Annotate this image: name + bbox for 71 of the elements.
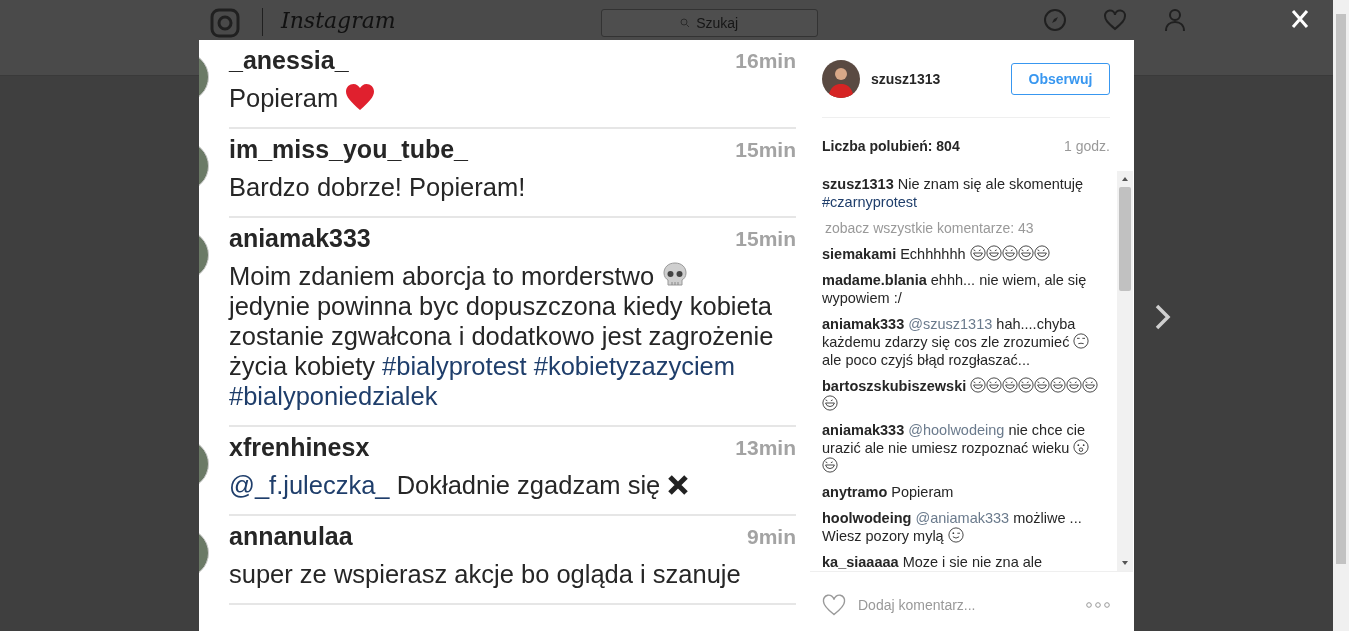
heart-outline-icon[interactable]	[1102, 8, 1127, 32]
laughing-face-icon	[1066, 377, 1083, 393]
winking-face-icon	[947, 527, 964, 543]
comment-text: Bardzo dobrze! Popieram!	[229, 172, 527, 202]
comment-text: anytramo Popieram	[822, 483, 955, 501]
hashtag-link[interactable]: #czarnyprotest	[822, 194, 918, 210]
post-age: 1 godz.	[1064, 138, 1110, 154]
laughing-face-icon	[822, 395, 838, 411]
likes-count[interactable]: Liczba polubień: 804	[822, 138, 960, 154]
laughing-face-icon	[986, 377, 1003, 393]
laughing-face-icon	[1033, 245, 1050, 261]
caption-text: szusz1313 Nie znam się ale skomentuję #czarnyprotest	[822, 175, 1085, 211]
scrollbar[interactable]	[1117, 171, 1133, 571]
scrollbar-thumb[interactable]	[1119, 187, 1131, 291]
heart-icon	[345, 83, 376, 111]
comment-text: aniamak333 @hoolwodeing nie chce cie urazić ale nie umiesz rozpoznać wieku	[822, 421, 1105, 475]
mention-link[interactable]: @szusz1313	[908, 316, 993, 332]
username: annanulaa	[229, 522, 353, 551]
more-options-icon[interactable]	[1086, 602, 1110, 608]
username[interactable]: szusz1313	[871, 70, 1011, 87]
laughing-face-icon	[985, 245, 1002, 261]
laughing-face-icon	[1034, 377, 1051, 393]
cross-mark-icon	[667, 474, 690, 496]
comment-time: 15min	[735, 226, 796, 251]
comment-text: Moim zdaniem aborcja to morderstwo jedynie powinna byc dopuszczona kiedy kobieta zostanie zgwałcona i dodatkowo jest zagrożenie życia kobiety #bialyprotest #kobietyzazyciem #bialyponiedzialek	[229, 261, 775, 411]
laughing-face-icon	[1082, 377, 1099, 393]
scroll-up-arrow-icon[interactable]	[1121, 175, 1129, 183]
laughing-face-icon	[1050, 377, 1067, 393]
laughing-face-icon	[1001, 245, 1018, 261]
shocked-face-icon	[1073, 439, 1090, 455]
scrollbar-thumb[interactable]	[1336, 14, 1346, 564]
username: xfrenhinesx	[229, 433, 370, 462]
comment-text: Popieram	[229, 83, 796, 113]
laughing-face-icon	[1002, 377, 1019, 393]
hashtag-link[interactable]: @_f.juleczka_	[229, 471, 390, 499]
comment-time: 13min	[735, 435, 796, 460]
comment-text: bartoszskubiszewski	[822, 377, 1105, 413]
laughing-face-icon	[822, 457, 838, 473]
unamused-face-icon	[1073, 333, 1090, 349]
person-icon[interactable]	[1162, 8, 1187, 32]
compass-icon[interactable]	[1042, 8, 1067, 32]
laughing-face-icon	[969, 245, 986, 261]
skull-icon	[661, 261, 690, 289]
laughing-face-icon	[1017, 245, 1034, 261]
comment-text: ka_siaaaaa Moze i sie nie zna ale	[822, 553, 1044, 571]
hashtag-link[interactable]: #bialyponiedzialek	[229, 382, 438, 410]
comment-text: aniamak333 @szusz1313 hah....chyba każdemu zdarzy się cos zle zrozumieć ale poco czyjś błąd rozgłaszać...	[822, 315, 1105, 369]
comment-text: siemakami Echhhhhh	[822, 245, 1105, 263]
scroll-down-arrow-icon[interactable]	[1121, 559, 1129, 567]
hashtag-link[interactable]: #kobietyzazyciem	[533, 352, 735, 380]
comment-time: 15min	[735, 137, 796, 162]
comment-text: @_f.juleczka_ Dokładnie zgadzam się	[229, 470, 796, 500]
username: _anessia_	[229, 46, 349, 75]
search-icon	[680, 18, 691, 28]
comment-text: hoolwodeing @aniamak333 możliwe ... Wiesz pozory mylą	[822, 509, 1083, 545]
comment-text: madame.blania ehhh... nie wiem, ale się wypowiem :/	[822, 271, 1088, 307]
laughing-face-icon	[1018, 377, 1035, 393]
mention-link[interactable]: @aniamak333	[915, 510, 1010, 526]
search-placeholder: Szukaj	[696, 15, 739, 31]
comment-time: 16min	[735, 48, 796, 73]
like-heart-icon[interactable]	[822, 594, 846, 616]
username: aniamak333	[229, 224, 371, 253]
laughing-face-icon	[970, 377, 987, 393]
comment-text: super ze wspierasz akcje bo ogląda i szanuje	[229, 559, 742, 589]
avatar[interactable]	[822, 59, 860, 98]
scrollbar[interactable]	[1333, 0, 1349, 631]
camera-logo-icon[interactable]	[210, 8, 240, 38]
mention-link[interactable]: @hoolwodeing	[908, 422, 1005, 438]
username: im_miss_you_tube_	[229, 135, 468, 164]
comment-time: 9min	[747, 524, 796, 549]
hashtag-link[interactable]: #bialyprotest	[382, 352, 527, 380]
